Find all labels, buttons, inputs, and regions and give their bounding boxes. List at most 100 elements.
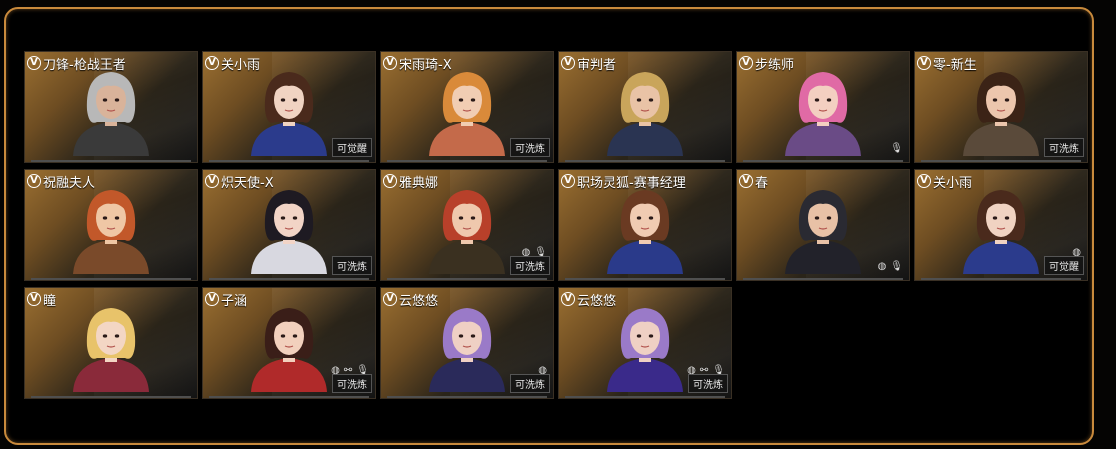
character-portrait-frame [241, 182, 337, 274]
vip-icon: V [917, 56, 931, 70]
character-card[interactable]: V 审判者 [558, 51, 732, 163]
vip-icon: V [383, 292, 397, 306]
card-underbar [31, 160, 191, 162]
character-name: 云悠悠 [399, 293, 439, 309]
character-card[interactable]: V 祝融夫人 [24, 169, 198, 281]
vip-icon: V [27, 56, 41, 70]
character-card[interactable]: V 职场灵狐-赛事经理 [558, 169, 732, 281]
card-header: V 云悠悠 [561, 290, 617, 309]
mic-icon: 🎙 [890, 261, 903, 272]
character-name: 步练师 [755, 57, 795, 73]
card-underbar [565, 278, 725, 280]
vip-icon: V [205, 56, 219, 70]
character-grid: V 刀锋-枪战王者 V 关小雨 可觉醒 V 宋雨琦-X 可洗炼 V 审判者 V 步练师 🎙 V 零-新生 可洗… [24, 51, 1094, 401]
character-portrait [251, 190, 327, 274]
card-header: V 祝融夫人 [27, 172, 96, 191]
character-name: 审判者 [577, 57, 617, 73]
character-card[interactable]: V 子涵 ◍ ⚯ 🎙 可洗炼 [202, 287, 376, 399]
character-portrait [963, 190, 1039, 274]
card-header: V 关小雨 [917, 172, 972, 191]
status-badge: 可洗炼 [1044, 138, 1084, 157]
status-badge: 可洗炼 [688, 374, 728, 393]
status-badge: 可洗炼 [332, 256, 372, 275]
character-portrait [73, 190, 149, 274]
character-card[interactable]: V 步练师 🎙 [736, 51, 910, 163]
character-name: 炽天使-X [221, 175, 274, 191]
character-name: 宋雨琦-X [399, 57, 452, 73]
status-badge: 可洗炼 [510, 138, 550, 157]
character-portrait-frame [775, 64, 871, 156]
character-portrait-frame [597, 64, 693, 156]
character-portrait-frame [63, 64, 159, 156]
feature-icons: ◍ 🎙 [878, 262, 903, 272]
character-name: 刀锋-枪战王者 [43, 57, 126, 73]
card-header: V 职场灵狐-赛事经理 [561, 172, 686, 191]
status-badge: 可洗炼 [510, 256, 550, 275]
character-portrait [251, 72, 327, 156]
character-portrait [251, 308, 327, 392]
vip-icon: V [561, 56, 575, 70]
card-underbar [387, 278, 547, 280]
card-underbar [743, 160, 903, 162]
character-portrait-frame [775, 182, 871, 274]
card-header: V 刀锋-枪战王者 [27, 54, 126, 73]
card-underbar [387, 396, 547, 398]
character-card[interactable]: V 云悠悠 ◍ 可洗炼 [380, 287, 554, 399]
character-portrait-frame [419, 64, 515, 156]
character-portrait [963, 72, 1039, 156]
vip-icon: V [27, 292, 41, 306]
card-underbar [31, 278, 191, 280]
character-portrait [607, 190, 683, 274]
character-portrait [73, 308, 149, 392]
character-name: 职场灵狐-赛事经理 [577, 175, 686, 191]
card-header: V 宋雨琦-X [383, 54, 452, 73]
character-portrait [607, 72, 683, 156]
card-header: V 子涵 [205, 290, 247, 309]
character-card[interactable]: V 刀锋-枪战王者 [24, 51, 198, 163]
character-card[interactable]: V 炽天使-X 可洗炼 [202, 169, 376, 281]
card-header: V 步练师 [739, 54, 795, 73]
character-name: 祝融夫人 [43, 175, 96, 191]
vip-icon: V [561, 174, 575, 188]
character-card[interactable]: V 雅典娜 ◍ 🎙 可洗炼 [380, 169, 554, 281]
character-card[interactable]: V 关小雨可觉醒 [202, 51, 376, 163]
vip-icon: V [27, 174, 41, 188]
card-underbar [209, 278, 369, 280]
character-portrait [785, 190, 861, 274]
vip-icon: V [383, 174, 397, 188]
mic-icon: 🎙 [890, 143, 903, 154]
character-card[interactable]: V 关小雨 ◍ 可觉醒 [914, 169, 1088, 281]
vip-icon: V [561, 292, 575, 306]
character-portrait [785, 72, 861, 156]
character-portrait-frame [953, 182, 1049, 274]
character-card[interactable]: V 宋雨琦-X 可洗炼 [380, 51, 554, 163]
character-card[interactable]: V 零-新生可洗炼 [914, 51, 1088, 163]
character-portrait [429, 308, 505, 392]
character-name: 零-新生 [933, 57, 977, 73]
card-underbar [921, 160, 1081, 162]
character-card[interactable]: V 春 ◍ 🎙 [736, 169, 910, 281]
card-underbar [565, 160, 725, 162]
status-badge: 可觉醒 [1044, 256, 1084, 275]
character-card[interactable]: V 云悠悠 ◍ ⚯ 🎙 可洗炼 [558, 287, 732, 399]
character-name: 春 [755, 175, 769, 191]
character-portrait-frame [241, 64, 337, 156]
vip-icon: V [205, 292, 219, 306]
status-badge: 可觉醒 [332, 138, 372, 157]
card-header: V 云悠悠 [383, 290, 439, 309]
character-name: 雅典娜 [399, 175, 439, 191]
character-name: 云悠悠 [577, 293, 617, 309]
feature-icons: 🎙 [890, 144, 903, 154]
character-portrait-frame [597, 182, 693, 274]
card-underbar [209, 160, 369, 162]
character-portrait [429, 190, 505, 274]
card-header: V 关小雨 [205, 54, 260, 73]
character-card[interactable]: V瞳 [24, 287, 198, 399]
card-underbar [565, 396, 725, 398]
character-portrait-frame [597, 300, 693, 392]
card-underbar [743, 278, 903, 280]
vip-icon: V [917, 174, 931, 188]
vip-icon: V [205, 174, 219, 188]
vip-icon: V [739, 174, 753, 188]
card-header: V 零-新生 [917, 54, 977, 73]
